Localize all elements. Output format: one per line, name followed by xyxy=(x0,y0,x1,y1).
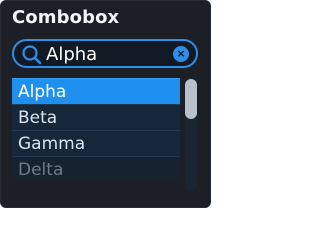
option-gamma[interactable]: Gamma xyxy=(12,130,180,156)
scrollbar-thumb[interactable] xyxy=(185,79,197,119)
option-beta[interactable]: Beta xyxy=(12,104,180,130)
combobox-search-field[interactable]: × xyxy=(12,39,198,68)
options-list: Alpha Beta Gamma Delta xyxy=(12,78,180,191)
combobox-title: Combobox xyxy=(12,7,120,28)
search-icon xyxy=(21,44,43,66)
scrollbar-track[interactable] xyxy=(185,78,197,191)
option-delta[interactable]: Delta xyxy=(12,156,180,182)
search-input[interactable] xyxy=(46,42,172,66)
clear-icon[interactable]: × xyxy=(173,46,189,62)
combobox-panel: Combobox × Alpha Beta Gamma Delta xyxy=(0,0,211,208)
option-alpha[interactable]: Alpha xyxy=(12,78,180,104)
